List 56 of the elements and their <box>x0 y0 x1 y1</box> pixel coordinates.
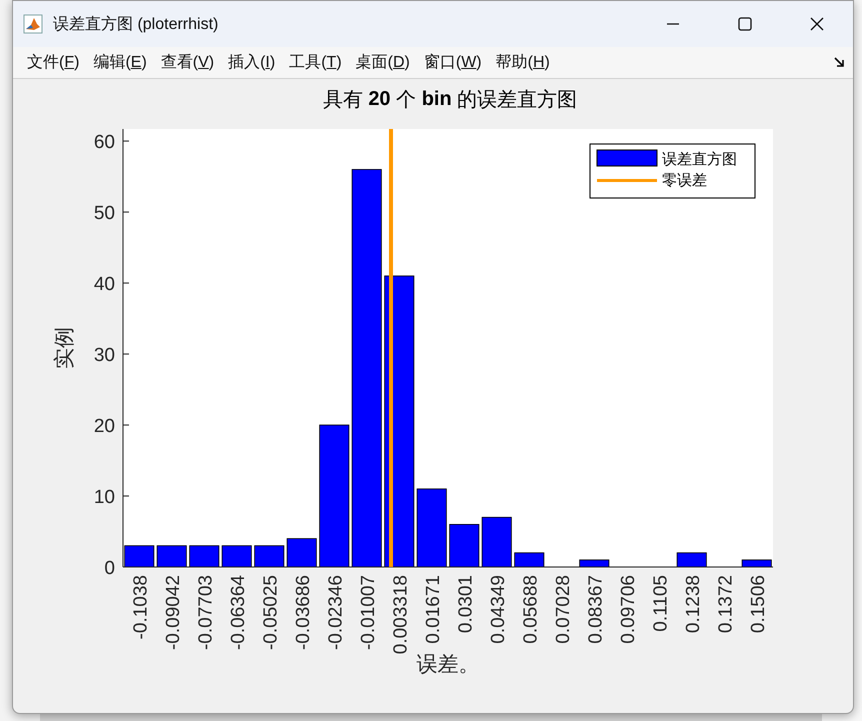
x-tick-label: 0.1372 <box>715 575 736 634</box>
peak-logo-icon <box>23 14 43 34</box>
x-tick-label: 0.1105 <box>650 575 672 632</box>
histogram-bar <box>189 545 220 568</box>
menu-item[interactable]: 文件(F) <box>21 52 86 73</box>
menu-item[interactable]: 窗口(W) <box>418 52 488 73</box>
y-axis-label: 实例 <box>52 327 76 369</box>
menu-item[interactable]: 桌面(D) <box>350 52 416 73</box>
histogram-bar <box>156 545 187 568</box>
x-tick-label: -0.02346 <box>325 575 346 650</box>
x-tick-label: -0.1038 <box>130 575 152 640</box>
x-tick-label: 0.1238 <box>682 575 704 634</box>
x-tick-label: 0.003318 <box>390 575 412 654</box>
x-tick-label: -0.05025 <box>260 575 282 650</box>
menu-item[interactable]: 帮助(H) <box>490 52 556 73</box>
histogram-bar <box>482 516 512 568</box>
x-tick-label: -0.01007 <box>358 575 379 650</box>
x-tick-label: -0.03686 <box>292 575 314 650</box>
y-tick-label: 10 <box>94 487 115 508</box>
x-axis-label: 误差。 <box>416 652 480 676</box>
legend-label: 零误差 <box>662 170 707 190</box>
histogram-bar <box>286 538 317 568</box>
histogram-bar <box>222 545 252 568</box>
x-tick-label: 0.07028 <box>552 575 574 644</box>
x-tick-label: 0.01671 <box>422 575 444 644</box>
window-title: 误差直方图 (ploterrhist) <box>53 14 218 34</box>
x-tick-label: 0.05688 <box>520 575 542 644</box>
menu-item[interactable]: 查看(V) <box>154 52 220 73</box>
histogram-bar <box>514 552 544 568</box>
dock-arrow-icon[interactable] <box>834 57 845 68</box>
menu-item[interactable]: 编辑(E) <box>87 52 153 73</box>
histogram-bar <box>449 524 480 568</box>
maximize-icon <box>738 17 752 31</box>
y-tick-label: 0 <box>104 558 115 579</box>
y-tick-label: 20 <box>94 416 115 438</box>
legend-swatch <box>596 150 658 166</box>
close-icon <box>810 17 824 31</box>
histogram-bar <box>254 545 284 568</box>
legend-label: 误差直方图 <box>662 150 737 168</box>
chart-title: 具有 20 个 bin 的误差直方图 <box>322 86 578 112</box>
x-tick-label: 0.08367 <box>585 575 606 644</box>
x-tick-label: 0.0301 <box>455 575 476 634</box>
x-tick-label: 0.1506 <box>748 575 769 634</box>
y-tick-label: 50 <box>94 203 115 224</box>
x-tick-label: -0.09042 <box>162 575 184 650</box>
menu-item[interactable]: 工具(T) <box>283 52 348 73</box>
y-tick-label: 30 <box>94 345 115 366</box>
histogram-bar <box>676 552 707 568</box>
x-tick-label: -0.06364 <box>228 575 249 650</box>
y-tick-label: 60 <box>94 132 115 154</box>
y-tick-label: 40 <box>94 274 115 296</box>
histogram-bar <box>124 545 154 568</box>
x-tick-label: 0.09706 <box>618 575 639 644</box>
menu-item[interactable]: 插入(I) <box>222 52 282 73</box>
x-tick-label: -0.07703 <box>195 575 216 650</box>
x-tick-label: 0.04349 <box>488 575 509 644</box>
